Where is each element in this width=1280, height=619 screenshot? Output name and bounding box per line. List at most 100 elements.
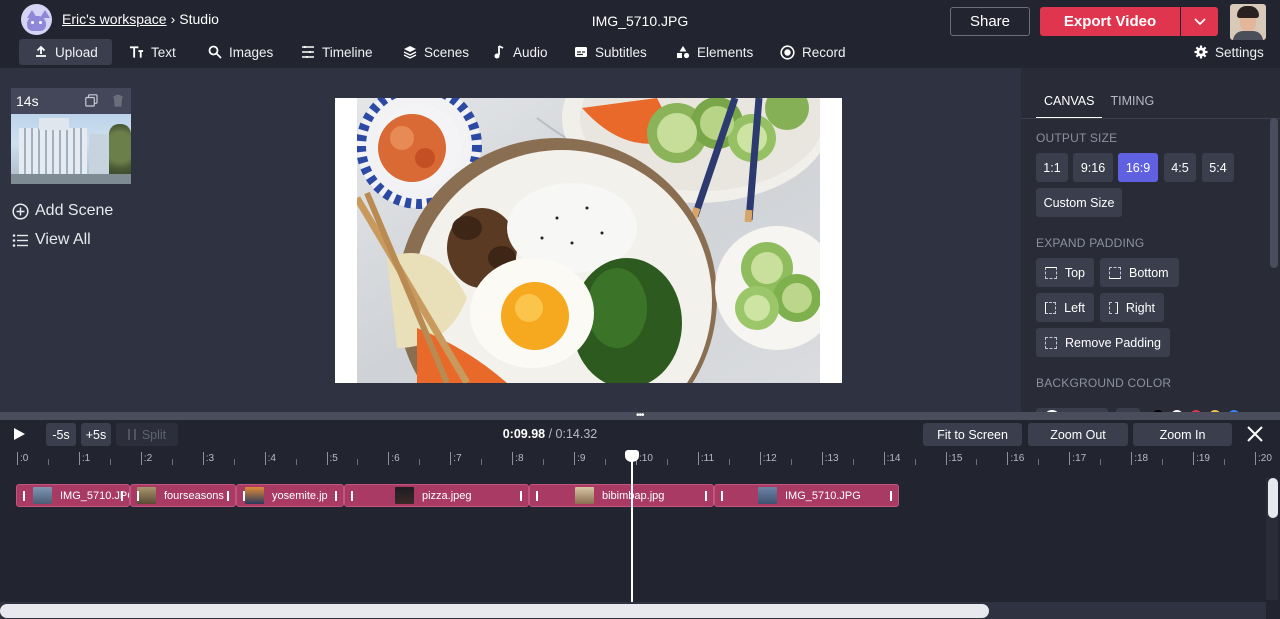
nav-audio-label: Audio <box>513 44 548 60</box>
workspace-logo[interactable] <box>21 4 52 35</box>
breadcrumb-workspace-link[interactable]: Eric's workspace <box>62 11 167 27</box>
play-button[interactable] <box>12 427 26 441</box>
remove-padding-button[interactable]: Remove Padding <box>1036 328 1170 357</box>
layers-icon <box>402 45 417 60</box>
clip-thumbnail <box>33 487 52 504</box>
scene-thumbnail[interactable] <box>11 114 131 184</box>
clip-trim-handle-right[interactable] <box>890 491 892 501</box>
ruler-tick: :6 <box>388 452 400 465</box>
clip-trim-handle-left[interactable] <box>721 491 723 501</box>
timeline-clip[interactable]: pizza.jpeg <box>344 484 529 507</box>
clip-trim-handle-right[interactable] <box>227 491 229 501</box>
split-icon <box>128 429 136 440</box>
ruler-tick: :13 <box>821 452 839 465</box>
timeline-clip[interactable]: fourseasons <box>130 484 236 507</box>
playhead-line[interactable] <box>631 452 633 604</box>
export-video-button[interactable]: Export Video <box>1040 7 1180 36</box>
ruler-tick: :14 <box>883 452 901 465</box>
close-timeline-button[interactable] <box>1246 425 1266 445</box>
clip-trim-handle-right[interactable] <box>705 491 707 501</box>
zoom-in-button[interactable]: Zoom In <box>1133 423 1232 446</box>
ruler-tick: :15 <box>945 452 962 465</box>
settings-button[interactable]: Settings <box>1193 39 1264 65</box>
expand-padding-heading: EXPAND PADDING <box>1036 236 1145 250</box>
drag-grip-icon: ••• <box>636 410 644 421</box>
nav-subtitles[interactable]: Subtitles <box>573 39 647 65</box>
tab-canvas[interactable]: CANVAS <box>1036 94 1103 119</box>
padding-top-button[interactable]: Top <box>1036 258 1094 287</box>
nav-timeline[interactable]: Timeline <box>300 39 373 65</box>
size-4-5-button[interactable]: 4:5 <box>1164 153 1196 182</box>
output-size-heading: OUTPUT SIZE <box>1036 131 1118 145</box>
size-9-16-button[interactable]: 9:16 <box>1073 153 1113 182</box>
size-1-1-button[interactable]: 1:1 <box>1036 153 1068 182</box>
nav-audio[interactable]: Audio <box>491 39 548 65</box>
ruler-minor-tick <box>852 459 854 465</box>
user-avatar[interactable] <box>1230 4 1266 40</box>
nav-record[interactable]: Record <box>780 39 846 65</box>
list-icon <box>12 233 28 247</box>
nav-elements[interactable]: Elements <box>675 39 753 65</box>
ruler-minor-tick <box>790 459 792 465</box>
clip-trim-handle-left[interactable] <box>243 491 245 501</box>
add-scene-button[interactable]: Add Scene <box>12 202 113 220</box>
video-canvas[interactable] <box>335 98 842 383</box>
timeline-clip[interactable]: yosemite.jp <box>236 484 344 507</box>
ruler-tick: :7 <box>450 452 462 465</box>
ruler-minor-tick <box>47 459 49 465</box>
clip-trim-handle-right[interactable] <box>335 491 337 501</box>
padding-left-label: Left <box>1064 300 1085 315</box>
ruler-minor-tick <box>233 459 235 465</box>
clip-trim-handle-left[interactable] <box>137 491 139 501</box>
settings-label: Settings <box>1215 44 1264 60</box>
canvas-image[interactable] <box>357 98 820 383</box>
panel-scrollbar[interactable] <box>1270 118 1278 268</box>
clip-trim-handle-left[interactable] <box>351 491 353 501</box>
nav-scenes[interactable]: Scenes <box>402 39 469 65</box>
ruler-minor-tick <box>295 459 297 465</box>
timeline-vertical-scroll-thumb[interactable] <box>1268 478 1278 518</box>
clip-trim-handle-right[interactable] <box>520 491 522 501</box>
rewind-5s-button[interactable]: -5s <box>46 423 76 446</box>
scene-card-header: 14s <box>11 88 131 114</box>
padding-right-icon <box>1109 301 1118 314</box>
scene-card[interactable]: 14s <box>11 88 131 184</box>
forward-5s-button[interactable]: +5s <box>81 423 111 446</box>
padding-left-button[interactable]: Left <box>1036 293 1094 322</box>
ruler-tick: :1 <box>78 452 90 465</box>
nav-images[interactable]: Images <box>207 39 273 65</box>
padding-bottom-button[interactable]: Bottom <box>1100 258 1179 287</box>
padding-right-button[interactable]: Right <box>1100 293 1164 322</box>
timeline-clip[interactable]: bibimbap.jpg <box>529 484 714 507</box>
nav-timeline-label: Timeline <box>322 44 373 60</box>
tab-timing[interactable]: TIMING <box>1102 94 1162 119</box>
timeline-clip[interactable]: IMG_5710.JPG <box>714 484 899 507</box>
trash-icon[interactable] <box>112 94 125 107</box>
timeline-horizontal-scroll-thumb[interactable] <box>0 604 989 618</box>
view-all-button[interactable]: View All <box>12 231 91 249</box>
padding-top-icon <box>1045 266 1057 279</box>
nav-text[interactable]: Text <box>129 39 176 65</box>
playhead-handle[interactable] <box>625 450 639 462</box>
fit-to-screen-button[interactable]: Fit to Screen <box>923 423 1022 446</box>
custom-size-button[interactable]: Custom Size <box>1036 188 1122 217</box>
split-button[interactable]: Split <box>116 423 178 446</box>
project-title[interactable]: IMG_5710.JPG <box>540 13 740 29</box>
ruler-minor-tick <box>1162 459 1164 465</box>
clip-thumbnail <box>137 487 156 504</box>
duplicate-icon[interactable] <box>85 94 98 107</box>
zoom-out-button[interactable]: Zoom Out <box>1028 423 1128 446</box>
nav-upload[interactable]: Upload <box>19 39 112 65</box>
timeline-clip[interactable]: IMG_5710.JPG <box>16 484 130 507</box>
share-button[interactable]: Share <box>950 7 1030 36</box>
ruler-minor-tick <box>1100 459 1102 465</box>
background-color-row <box>1036 404 1256 412</box>
size-16-9-button[interactable]: 16:9 <box>1118 153 1158 182</box>
ruler-tick: :4 <box>264 452 276 465</box>
clip-trim-handle-right[interactable] <box>121 491 123 501</box>
clip-trim-handle-left[interactable] <box>23 491 25 501</box>
export-options-button[interactable] <box>1181 7 1218 36</box>
ruler-tick: :18 <box>1131 452 1148 465</box>
clip-trim-handle-left[interactable] <box>536 491 538 501</box>
size-5-4-button[interactable]: 5:4 <box>1202 153 1234 182</box>
